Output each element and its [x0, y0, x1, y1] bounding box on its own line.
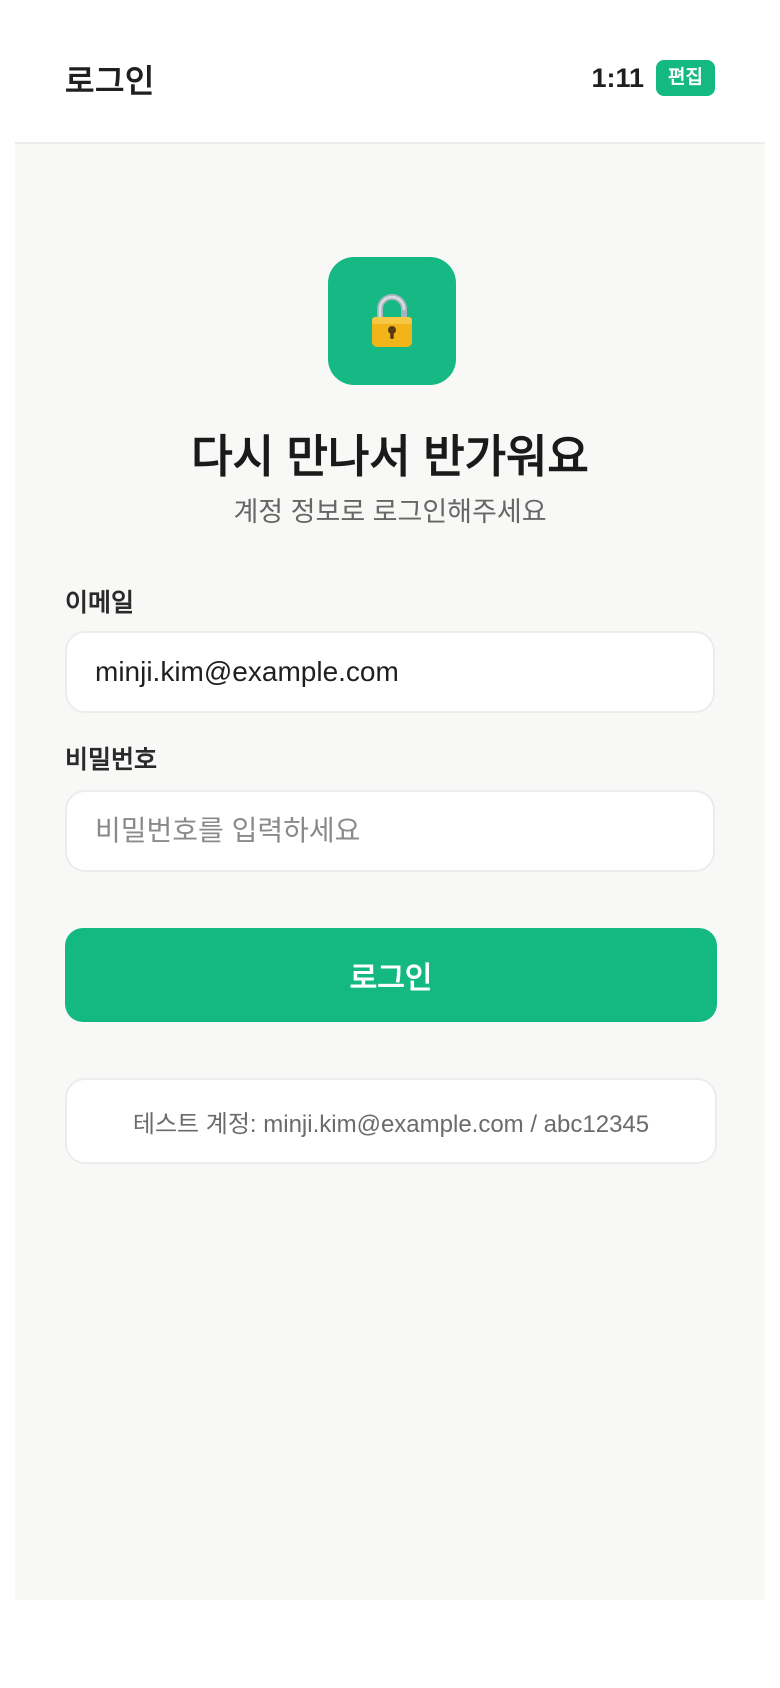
page-title: 로그인 [65, 63, 155, 99]
password-field[interactable] [65, 790, 715, 872]
header-status: 1:11 편집 [591, 60, 715, 96]
password-label: 비밀번호 [65, 746, 158, 774]
login-button[interactable]: 로그인 [65, 928, 717, 1022]
lock-icon [372, 294, 412, 347]
welcome-subtitle: 계정 정보로 로그인해주세요 [233, 497, 547, 527]
test-account-hint: 테스트 계정: minji.kim@example.com / abc12345 [65, 1078, 717, 1164]
login-screen: 로그인 1:11 편집 다시 만나서 반가워요 계정 정보로 로그인해주세요 이… [15, 0, 765, 1600]
app-header: 로그인 1:11 편집 [15, 0, 765, 144]
test-account-text: 테스트 계정: minji.kim@example.com / abc12345 [132, 1110, 650, 1138]
lock-tile [328, 257, 456, 385]
email-label: 이메일 [65, 589, 135, 617]
clock: 1:11 [591, 62, 645, 93]
email-field[interactable] [65, 631, 715, 713]
welcome-heading: 다시 만나서 반가워요 [191, 431, 589, 482]
edit-badge[interactable]: 편집 [656, 60, 715, 96]
